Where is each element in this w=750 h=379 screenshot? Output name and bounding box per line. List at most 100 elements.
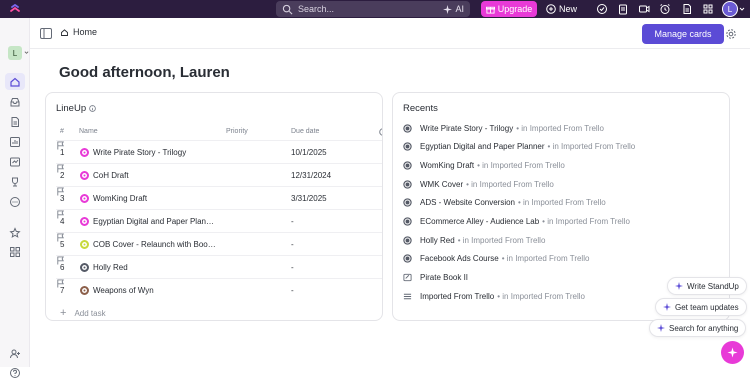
sparkle-icon: [727, 347, 738, 358]
add-task-button[interactable]: + Add task: [60, 307, 106, 319]
video-icon[interactable]: [638, 3, 650, 15]
status-icon[interactable]: [80, 194, 89, 203]
task-status-icon: [403, 198, 412, 207]
workspace-chevron-icon[interactable]: [24, 50, 29, 55]
due-date[interactable]: -: [291, 263, 294, 272]
table-row[interactable]: 1 Write Pirate Story - Trilogy 10/1/2025: [56, 140, 382, 163]
recent-location: • in Imported From Trello: [518, 198, 606, 208]
clickup-logo-icon[interactable]: [9, 3, 21, 15]
status-icon[interactable]: [80, 148, 89, 157]
task-status-icon: [403, 217, 412, 226]
goals-trophy-icon[interactable]: [9, 176, 21, 188]
recent-location: • in Imported From Trello: [547, 142, 636, 152]
col-header-name[interactable]: Name: [79, 128, 98, 135]
breadcrumb[interactable]: Home: [60, 27, 97, 37]
invite-user-icon[interactable]: [9, 348, 21, 360]
info-icon[interactable]: [89, 105, 96, 112]
sparkle-icon: [657, 324, 665, 332]
status-icon[interactable]: [80, 240, 89, 249]
favorites-star-icon[interactable]: [9, 227, 21, 239]
due-date[interactable]: -: [291, 217, 294, 226]
inbox-icon[interactable]: [9, 96, 21, 108]
notepad-icon[interactable]: [617, 3, 629, 15]
task-name[interactable]: WomKing Draft: [93, 194, 217, 203]
col-header-priority[interactable]: Priority: [226, 128, 248, 135]
list-item[interactable]: Write Pirate Story - Trilogy • in Importe…: [403, 121, 604, 135]
workspace-avatar[interactable]: L: [8, 46, 22, 60]
ai-button[interactable]: AI: [443, 1, 464, 17]
ai-assistant-button[interactable]: [721, 341, 744, 364]
due-date[interactable]: -: [291, 286, 294, 295]
row-number: 1: [60, 148, 65, 157]
whiteboards-icon[interactable]: [9, 156, 21, 168]
table-row[interactable]: 4 Egyptian Digital and Paper Planner -: [56, 209, 382, 232]
doc-edit-icon: [403, 273, 412, 282]
spaces-grid-icon[interactable]: [9, 246, 21, 258]
due-date[interactable]: 12/31/2024: [291, 171, 331, 180]
user-avatar[interactable]: L: [722, 1, 738, 17]
recent-name: Imported From Trello: [420, 291, 495, 301]
status-icon[interactable]: [80, 171, 89, 180]
plus-icon: +: [60, 307, 67, 319]
task-name[interactable]: CoH Draft: [93, 171, 217, 180]
dashboards-icon[interactable]: [9, 136, 21, 148]
apps-grid-icon[interactable]: [702, 3, 714, 15]
list-item[interactable]: ADS - Website Conversion • in Imported Fr…: [403, 196, 606, 210]
check-circle-icon[interactable]: [596, 3, 608, 15]
list-item[interactable]: Imported From Trello • in Imported From T…: [403, 289, 585, 303]
ai-label: AI: [455, 4, 464, 14]
status-icon[interactable]: [80, 217, 89, 226]
row-number: 2: [60, 171, 65, 180]
task-status-icon: [403, 161, 412, 170]
upgrade-button[interactable]: Upgrade: [481, 1, 537, 17]
alarm-clock-icon[interactable]: [659, 3, 671, 15]
table-row[interactable]: 6 Holly Red -: [56, 255, 382, 278]
status-icon[interactable]: [80, 286, 89, 295]
list-item[interactable]: WomKing Draft • in Imported From Trello: [403, 158, 565, 172]
due-date[interactable]: -: [291, 240, 294, 249]
list-item[interactable]: ECommerce Alley - Audience Lab • in Impor…: [403, 215, 630, 229]
search-anything-button[interactable]: Search for anything: [649, 319, 747, 337]
due-date[interactable]: 10/1/2025: [291, 148, 327, 157]
sparkle-icon: [675, 282, 683, 290]
docs-icon[interactable]: [9, 116, 21, 128]
chevron-down-icon[interactable]: [739, 6, 745, 12]
status-icon[interactable]: [80, 263, 89, 272]
table-row[interactable]: 7 Weapons of Wyn -: [56, 278, 382, 301]
recent-name: Write Pirate Story - Trilogy: [420, 123, 514, 133]
gear-icon[interactable]: [725, 28, 737, 40]
team-updates-button[interactable]: Get team updates: [655, 298, 747, 316]
task-name[interactable]: COB Cover - Relaunch with Book 5: [93, 240, 217, 249]
col-header-due[interactable]: Due date: [291, 128, 319, 135]
search-input[interactable]: Search... AI: [276, 1, 470, 17]
task-name[interactable]: Holly Red: [93, 263, 217, 272]
home-crumb-icon: [61, 28, 68, 36]
sidebar-toggle-icon[interactable]: [40, 28, 52, 39]
list-item[interactable]: Holly Red • in Imported From Trello: [403, 233, 545, 247]
home-icon[interactable]: [9, 76, 21, 88]
table-row[interactable]: 2 CoH Draft 12/31/2024: [56, 163, 382, 186]
list-item[interactable]: Egyptian Digital and Paper Planner • in I…: [403, 140, 635, 154]
column-options-icon[interactable]: [379, 128, 383, 136]
table-row[interactable]: 3 WomKing Draft 3/31/2025: [56, 186, 382, 209]
task-name[interactable]: Egyptian Digital and Paper Planner: [93, 217, 217, 226]
manage-cards-button[interactable]: Manage cards: [642, 24, 724, 44]
write-standup-button[interactable]: Write StandUp: [667, 277, 747, 295]
recent-location: • in Imported From Trello: [457, 235, 546, 245]
document-icon[interactable]: [681, 3, 693, 15]
more-icon[interactable]: [9, 196, 21, 208]
due-date[interactable]: 3/31/2025: [291, 194, 327, 203]
recent-name: ECommerce Alley - Audience Lab: [420, 217, 540, 226]
list-item[interactable]: Pirate Book II: [403, 271, 471, 285]
help-icon[interactable]: [9, 367, 21, 379]
task-name[interactable]: Weapons of Wyn: [93, 286, 217, 295]
plus-circle-icon: [546, 4, 556, 14]
page-title: Good afternoon, Lauren: [59, 64, 230, 81]
new-button[interactable]: New: [546, 1, 577, 17]
table-row[interactable]: 5 COB Cover - Relaunch with Book 5 -: [56, 232, 382, 255]
task-name[interactable]: Write Pirate Story - Trilogy: [93, 148, 217, 157]
row-number: 6: [60, 263, 65, 272]
list-item[interactable]: WMK Cover • in Imported From Trello: [403, 177, 554, 191]
list-item[interactable]: Facebook Ads Course • in Imported From Tr…: [403, 252, 589, 266]
sparkle-icon: [443, 4, 453, 14]
